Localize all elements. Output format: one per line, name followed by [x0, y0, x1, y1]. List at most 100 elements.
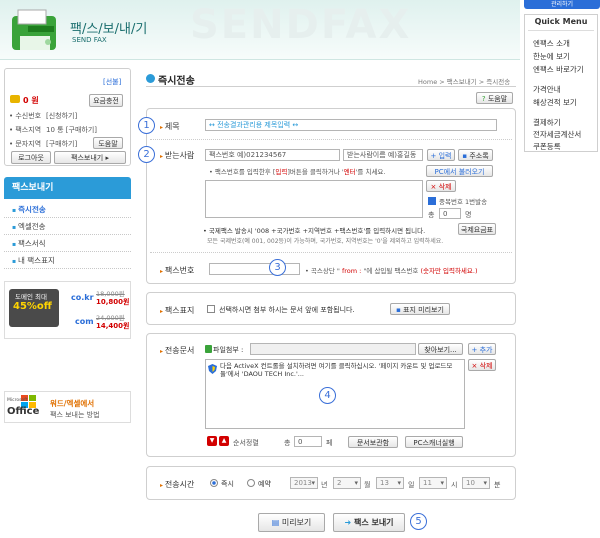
attach-icon [205, 345, 212, 353]
hint-part-a: • 팩스번호를 입력한후 [ [209, 168, 276, 176]
send-fax-button[interactable]: ➜ 팩스 보내기 [333, 513, 405, 532]
pc-load-button[interactable]: PC에서 불러오기 [426, 165, 493, 177]
subject-input[interactable]: ↔ 전송결과관리용 제목입력 ↔ [205, 119, 497, 131]
nav-section-title: 팩스보내기 [4, 177, 131, 199]
hint-enter-word: 엔터 [343, 168, 356, 176]
login-row-value-1[interactable]: 10 통 [구매하기] [46, 125, 97, 135]
quick-menu-item-7[interactable]: 쿠폰등록 [533, 141, 561, 152]
radio-now[interactable] [210, 479, 218, 487]
nav-item-my-cover[interactable]: 내 팩스표지 [4, 252, 131, 269]
quick-menu-divider [528, 30, 594, 31]
page-help-button[interactable]: ? 도움말 [476, 92, 513, 104]
annotation-2: 2 [138, 146, 155, 163]
logo-title: 팩/스/보/내/기 [70, 22, 148, 37]
sender-hint-c: "에 삽입될 팩스번호 [361, 267, 421, 275]
fax-number-input[interactable]: 팩스번호 예)021234567 [205, 149, 340, 161]
office-line2: 팩스 보내는 방법 [50, 411, 100, 419]
year-select[interactable]: 2013 [290, 477, 318, 489]
recipient-label: 받는사람 [160, 150, 194, 161]
doc-label: 전송문서 [160, 345, 194, 356]
preview-button[interactable]: ▤ 미리보기 [258, 513, 325, 532]
nav-item-excel-send[interactable]: 엑셀전송 [4, 218, 131, 235]
recipient-hint: • 팩스번호를 입력한후 [입력]버튼을 클릭하거나 '엔터'를 치세요. [209, 166, 385, 176]
watermark-text: SENDFAX [190, 2, 412, 48]
page-total-label: 총 [284, 439, 291, 447]
quick-menu-item-1[interactable]: 한눈에 보기 [533, 51, 570, 62]
login-row-value-0[interactable]: [신청하기] [46, 111, 77, 121]
doc-storage-button[interactable]: 문서보관함 [348, 436, 398, 448]
sender-hint-digits: (숫자만 입력하세요.) [420, 267, 478, 275]
intl-note-1: • 국제팩스 발송시 '008 +국가번호 +지역번호 +팩스번호'를 입력하시… [203, 227, 426, 235]
quick-menu-item-4[interactable]: 해상견적 보기 [533, 97, 577, 108]
send-arrow-icon: ➜ [344, 518, 354, 527]
sendfax-shortcut-button[interactable]: 팩스보내기 ▸ [54, 151, 126, 164]
quick-menu-item-5[interactable]: 결제하기 [533, 117, 561, 128]
day-unit: 일 [408, 481, 415, 489]
preview-label: 미리보기 [281, 518, 312, 527]
recipient-name-input[interactable]: 받는사람이름 예)홍길동 [343, 149, 423, 161]
sender-hint: • 곡스상단 " from : "에 삽입될 팩스번호 (숫자만 입력하세요.) [305, 265, 478, 275]
subject-label: 제목 [160, 121, 180, 132]
pc-scanner-button[interactable]: PC스캐너실행 [405, 436, 463, 448]
add-recipient-button[interactable]: + 입력 [427, 149, 455, 161]
address-book-button[interactable]: ▪ 주소록 [458, 149, 493, 161]
title-divider [146, 86, 516, 87]
shield-icon [208, 364, 217, 374]
cover-checkbox[interactable] [207, 305, 215, 313]
intl-rate-button[interactable]: 국제요금표 [458, 223, 496, 235]
nav-item-instant-send[interactable]: 즉시전송 [4, 201, 131, 218]
move-up-button[interactable]: ▲ [219, 436, 229, 446]
faxno-label: 팩스번호 [160, 265, 194, 276]
login-row-value-2[interactable]: [구매하기] [46, 139, 77, 149]
nav-item-fax-forms[interactable]: 팩스서식 [4, 235, 131, 252]
move-down-button[interactable]: ▼ [207, 436, 217, 446]
sender-hint-from: from : [341, 267, 362, 275]
page-title: 즉시전송 [158, 76, 195, 87]
hour-unit: 시 [451, 481, 458, 489]
logout-button[interactable]: 로그아웃 [11, 151, 51, 164]
day-select[interactable]: 13 [376, 477, 404, 489]
radio-reserve[interactable] [247, 479, 255, 487]
login-help-button[interactable]: 도움말 [93, 137, 123, 149]
signup-link[interactable]: [선불] [103, 77, 121, 87]
promo-title: 도메인 최대 [15, 293, 47, 301]
sender-hint-a: • 곡스상단 " [305, 267, 342, 275]
office-line1: 워드/엑셀에서 [50, 399, 95, 408]
charge-button[interactable]: 요금충전 [89, 94, 123, 107]
quick-menu-title: Quick Menu [534, 17, 588, 26]
cover-preview-button[interactable]: ▪ 표지 미리보기 [390, 303, 450, 315]
page-unit: 페 [326, 439, 333, 447]
cover-check-label: 선택하시면 첨부 하시는 문서 앞에 포함됩니다. [219, 306, 355, 314]
delete-recipient-button[interactable]: × 삭제 [426, 180, 456, 192]
quick-menu-item-3[interactable]: 가격안내 [533, 84, 561, 95]
browse-button[interactable]: 찾아보기... [418, 343, 463, 355]
total-label: 총 [428, 211, 435, 219]
right-top-button[interactable]: 관리하기 [524, 0, 600, 9]
row-divider-2 [150, 252, 512, 253]
send-fax-label: 팩스 보내기 [353, 518, 394, 527]
login-row-label-0: • 수신번호 [9, 112, 42, 120]
activex-message[interactable]: 다음 ActiveX 컨트롤을 설치하려면 여기를 클릭하십시오. '페이지 카… [220, 362, 462, 378]
minute-select[interactable]: 10 [462, 477, 490, 489]
month-select[interactable]: 2 [333, 477, 361, 489]
quick-menu-item-2[interactable]: 엔팩스 바로가기 [533, 64, 584, 75]
attach-file-input[interactable] [250, 343, 416, 355]
dup-send-checkbox[interactable] [428, 197, 436, 205]
sender-faxno-input[interactable] [209, 263, 300, 275]
recipient-list[interactable] [205, 180, 423, 218]
cover-label: 팩스표지 [160, 305, 194, 316]
page-title-icon [146, 74, 155, 83]
annotation-5: 5 [410, 513, 427, 530]
hour-select[interactable]: 11 [419, 477, 447, 489]
month-unit: 월 [364, 481, 371, 489]
domain-new-0: 10,800원 [96, 298, 130, 306]
form-panel-time [146, 466, 516, 500]
cover-preview-label: 표지 미리보기 [403, 306, 444, 314]
address-book-label: 주소록 [469, 152, 489, 160]
year-unit: 년 [321, 481, 328, 489]
quick-menu-item-6[interactable]: 전자세금계산서 [533, 129, 581, 140]
quick-menu-item-0[interactable]: 엔팩스 소개 [533, 38, 570, 49]
attach-add-button[interactable]: + 추가 [468, 343, 496, 355]
attach-delete-button[interactable]: × 삭제 [468, 359, 496, 371]
intl-note-2: 모든 국제번호(예 001, 002등)이 가능하며, 국가번호, 지역번호는 … [207, 238, 444, 245]
